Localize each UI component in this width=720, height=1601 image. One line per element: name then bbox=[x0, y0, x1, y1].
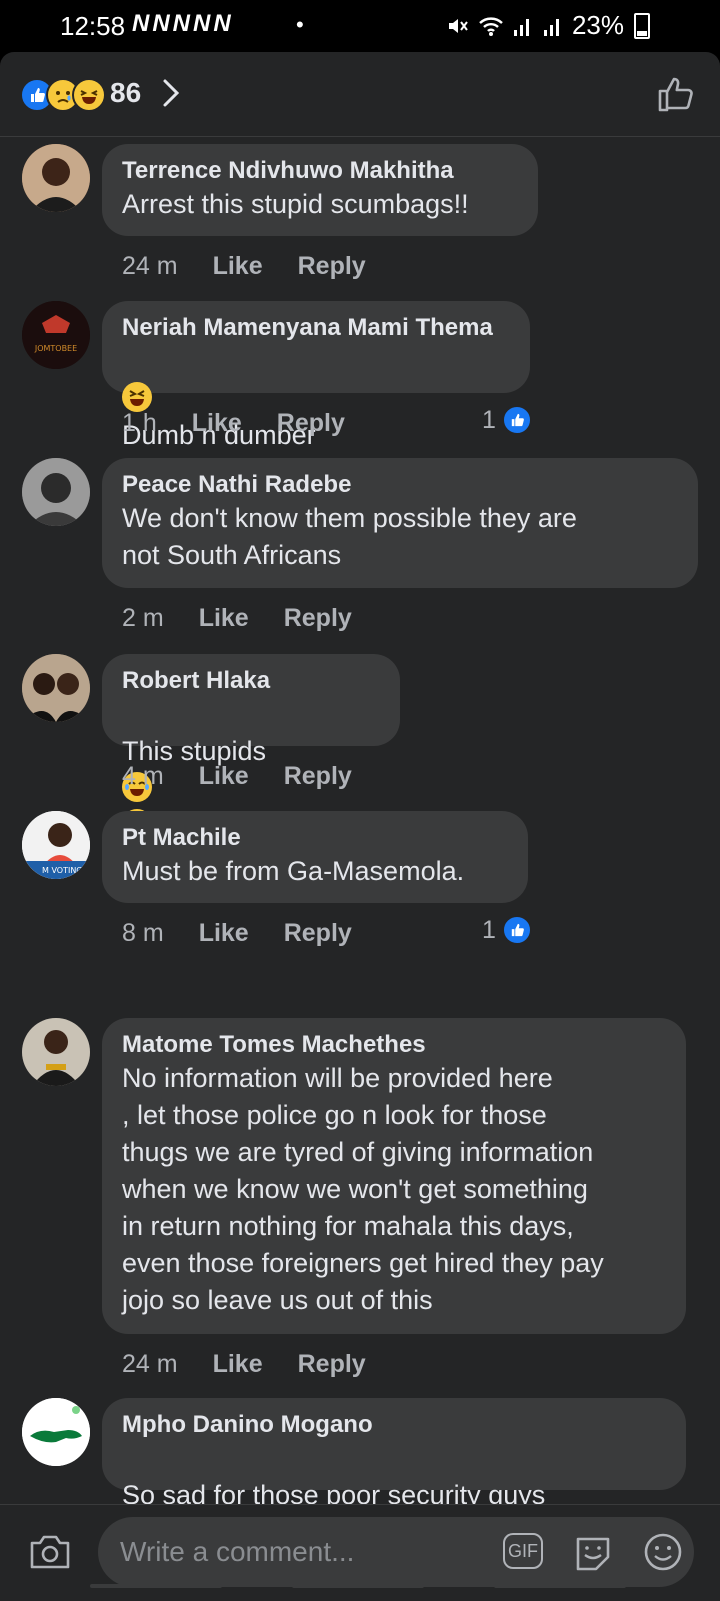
comment-author[interactable]: Pt Machile bbox=[122, 823, 508, 853]
thumbs-up-icon[interactable] bbox=[656, 74, 696, 114]
battery-icon bbox=[634, 12, 650, 39]
avatar[interactable] bbox=[22, 1398, 90, 1466]
comment-time: 4 m bbox=[122, 762, 164, 790]
battery-percent: 23% bbox=[571, 10, 624, 40]
avatar-badge-text: JOMTOBEE bbox=[34, 344, 77, 353]
comment-bubble[interactable]: Mpho Danino Mogano So sad for those poor… bbox=[102, 1398, 686, 1583]
comment-actions: 4 m Like Reply bbox=[122, 762, 352, 791]
mute-icon bbox=[448, 18, 468, 33]
comment-time: 2 m bbox=[122, 604, 164, 632]
rofl-emoji-icon bbox=[122, 382, 152, 412]
reaction-count[interactable]: 86 bbox=[110, 77, 141, 109]
signal-icon-2 bbox=[543, 18, 559, 36]
comment-text: We don't know them possible they are not… bbox=[122, 503, 577, 570]
avatar[interactable] bbox=[22, 144, 90, 212]
comment-bubble[interactable]: Pt Machile Must be from Ga-Masemola. bbox=[102, 811, 528, 903]
comment-bubble[interactable]: Peace Nathi Radebe We don't know them po… bbox=[102, 458, 698, 588]
reply-button[interactable]: Reply bbox=[284, 604, 352, 633]
reply-button[interactable]: Reply bbox=[298, 1350, 366, 1379]
like-button[interactable]: Like bbox=[213, 252, 263, 281]
nav-gesture-hint bbox=[292, 1584, 424, 1588]
comment-actions: 1 h Like Reply bbox=[122, 409, 345, 438]
haha-reaction-icon bbox=[72, 78, 106, 112]
status-indicators: 23% bbox=[446, 10, 650, 41]
wifi-icon bbox=[479, 16, 503, 36]
comment-time: 24 m bbox=[122, 1350, 178, 1378]
status-bar: 12:58 NNNNN • 23% bbox=[0, 0, 720, 52]
comment-time: 8 m bbox=[122, 919, 164, 947]
reply-button[interactable]: Reply bbox=[284, 919, 352, 948]
signal-icon bbox=[513, 18, 529, 36]
comment-like-count[interactable]: 1 bbox=[482, 405, 532, 435]
like-count-value: 1 bbox=[482, 405, 496, 434]
like-button[interactable]: Like bbox=[192, 409, 242, 438]
like-button[interactable]: Like bbox=[213, 1350, 263, 1379]
nav-gesture-hint bbox=[90, 1584, 222, 1588]
comment-author[interactable]: Neriah Mamenyana Mami Thema bbox=[122, 313, 510, 343]
comment-author[interactable]: Mpho Danino Mogano bbox=[122, 1410, 666, 1440]
like-button[interactable]: Like bbox=[199, 762, 249, 791]
comment-author[interactable]: Peace Nathi Radebe bbox=[122, 470, 678, 500]
comment-text: No information will be provided here , l… bbox=[122, 1063, 604, 1315]
status-time: 12:58 bbox=[60, 11, 126, 41]
comment-time: 1 h bbox=[122, 409, 157, 437]
like-count-value: 1 bbox=[482, 915, 496, 944]
comment-actions: 8 m Like Reply bbox=[122, 919, 352, 948]
avatar[interactable] bbox=[22, 1018, 90, 1086]
reply-button[interactable]: Reply bbox=[277, 409, 345, 438]
comment-actions: 24 m Like Reply bbox=[122, 1350, 366, 1379]
comment-actions: 2 m Like Reply bbox=[122, 604, 352, 633]
avatar[interactable] bbox=[22, 458, 90, 526]
avatar[interactable]: JOMTOBEE bbox=[22, 301, 90, 369]
reactions-header: 86 bbox=[0, 52, 720, 137]
comment-bubble[interactable]: Robert Hlaka This stupids bbox=[102, 654, 400, 839]
comment-text: Must be from Ga-Masemola. bbox=[122, 856, 465, 886]
like-reaction-icon bbox=[501, 405, 532, 435]
comment-text: Arrest this stupid scumbags!! bbox=[122, 189, 469, 219]
comment-bubble[interactable]: Neriah Mamenyana Mami Thema Dumb n dumbe… bbox=[102, 301, 530, 450]
like-button[interactable]: Like bbox=[199, 604, 249, 633]
smiley-icon[interactable] bbox=[642, 1531, 684, 1573]
sticker-icon[interactable] bbox=[572, 1531, 614, 1573]
avatar-badge-text: M VOTING bbox=[42, 866, 83, 875]
chevron-right-icon[interactable] bbox=[160, 76, 182, 110]
like-button[interactable]: Like bbox=[199, 919, 249, 948]
avatar[interactable]: M VOTING bbox=[22, 811, 90, 879]
notification-dot: • bbox=[296, 12, 304, 37]
comment-author[interactable]: Terrence Ndivhuwo Makhitha bbox=[122, 156, 518, 186]
camera-icon[interactable] bbox=[28, 1531, 72, 1571]
like-reaction-icon bbox=[501, 915, 532, 945]
comments-sheet: 86 Terrence Ndivhuwo Makhitha Arrest thi… bbox=[0, 52, 720, 1601]
nav-gesture-hint bbox=[494, 1584, 626, 1588]
comment-bubble[interactable]: Matome Tomes Machethes No information wi… bbox=[102, 1018, 686, 1334]
comment-like-count[interactable]: 1 bbox=[482, 915, 532, 945]
notification-icons: NNNNN bbox=[132, 10, 234, 37]
reaction-summary[interactable] bbox=[20, 78, 106, 112]
reply-button[interactable]: Reply bbox=[284, 762, 352, 791]
reply-button[interactable]: Reply bbox=[298, 252, 366, 281]
comment-actions: 24 m Like Reply bbox=[122, 252, 366, 281]
comment-time: 24 m bbox=[122, 252, 178, 280]
comment-author[interactable]: Matome Tomes Machethes bbox=[122, 1030, 666, 1060]
comment-author[interactable]: Robert Hlaka bbox=[122, 666, 380, 696]
avatar[interactable] bbox=[22, 654, 90, 722]
comment-bubble[interactable]: Terrence Ndivhuwo Makhitha Arrest this s… bbox=[102, 144, 538, 236]
gif-icon[interactable]: GIF bbox=[503, 1533, 543, 1569]
